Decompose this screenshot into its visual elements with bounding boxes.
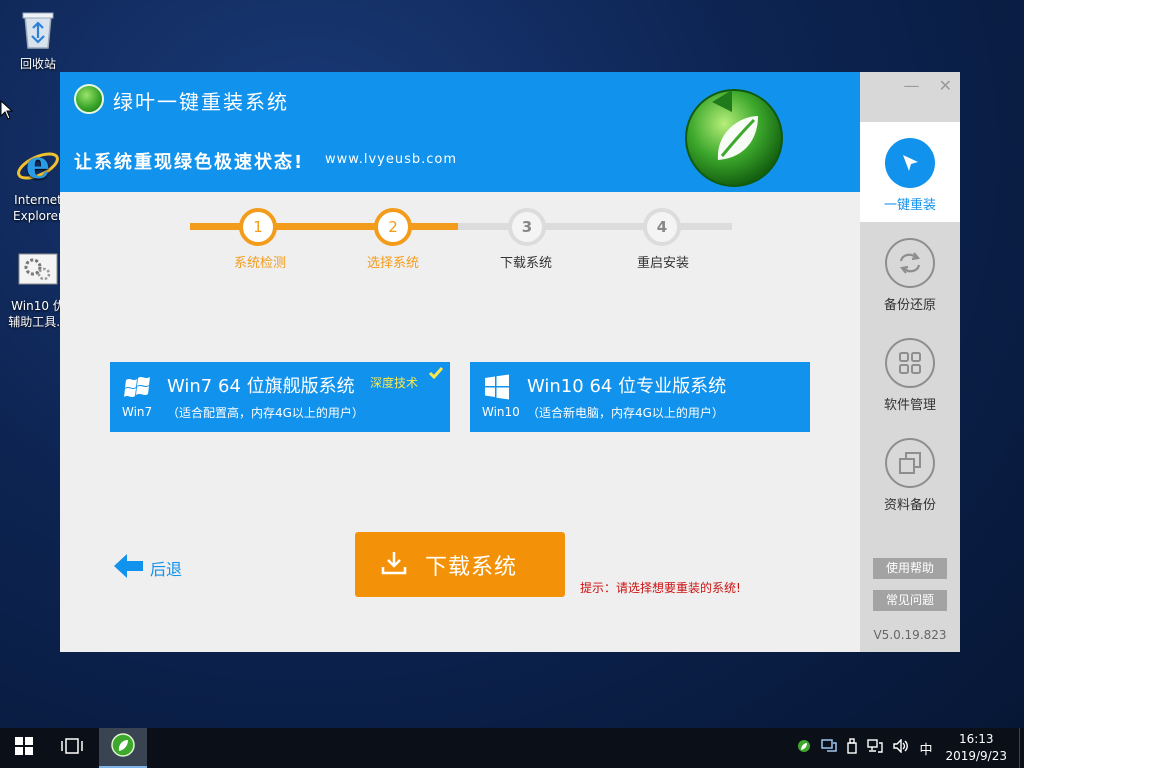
step-2-circle: 2 bbox=[374, 208, 412, 246]
sidebar-item-data-backup[interactable]: 资料备份 bbox=[860, 422, 960, 522]
progress-track-todo bbox=[458, 223, 732, 230]
sidebar-item-software[interactable]: 软件管理 bbox=[860, 322, 960, 422]
download-system-button[interactable]: 下载系统 bbox=[355, 532, 565, 597]
clock-date: 2019/9/23 bbox=[945, 749, 1007, 763]
system-tray: 中 16:13 2019/9/23 bbox=[792, 728, 1024, 768]
sidebar-item-reinstall[interactable]: 一键重装 bbox=[860, 122, 960, 222]
usb-drive-icon[interactable] bbox=[847, 738, 858, 758]
desktop-icon-label: 回收站 bbox=[19, 57, 56, 71]
back-label: 后退 bbox=[150, 560, 183, 579]
desktop-icon-recycle-bin[interactable]: 回收站 bbox=[0, 8, 76, 72]
sync-icon bbox=[885, 238, 935, 288]
clock[interactable]: 16:13 2019/9/23 bbox=[945, 731, 1007, 765]
step-3-circle: 3 bbox=[508, 208, 546, 246]
app-url: www.lvyeusb.com bbox=[325, 152, 457, 167]
minimize-button[interactable]: — bbox=[904, 76, 920, 95]
download-label: 下载系统 bbox=[425, 554, 518, 580]
windows10-logo-icon bbox=[484, 374, 512, 402]
sidebar-item-label: 一键重装 bbox=[883, 198, 936, 213]
windows-start-icon bbox=[15, 737, 33, 759]
app-window: 绿叶一键重装系统 让系统重现绿色极速状态! www.lvyeusb.com — … bbox=[60, 72, 960, 652]
system-description: （适合配置高，内存4G以上的用户） bbox=[167, 406, 364, 420]
help-button[interactable]: 使用帮助 bbox=[873, 558, 947, 579]
version-label: V5.0.19.823 bbox=[873, 628, 947, 642]
network-icon[interactable] bbox=[867, 739, 884, 757]
step-3-label: 下载系统 bbox=[499, 256, 552, 271]
taskbar-app-lvye[interactable] bbox=[99, 728, 147, 768]
app-header: 绿叶一键重装系统 让系统重现绿色极速状态! www.lvyeusb.com bbox=[60, 72, 860, 192]
sidebar-item-label: 资料备份 bbox=[883, 498, 936, 513]
back-button[interactable]: 后退 bbox=[114, 553, 183, 583]
faq-button[interactable]: 常见问题 bbox=[873, 590, 947, 611]
leaf-logo-icon bbox=[682, 82, 784, 188]
step-1-circle: 1 bbox=[239, 208, 277, 246]
app-logo-icon bbox=[74, 84, 104, 114]
arrow-left-icon bbox=[114, 553, 144, 583]
grid-icon bbox=[885, 338, 935, 388]
step-2-label: 选择系统 bbox=[366, 256, 419, 271]
internet-explorer-icon: e bbox=[16, 128, 60, 187]
recycle-bin-icon bbox=[16, 8, 60, 52]
speaker-icon[interactable] bbox=[893, 738, 909, 757]
system-badge: 深度技术 bbox=[370, 376, 419, 390]
copy-icon bbox=[885, 438, 935, 488]
network-monitor-icon[interactable] bbox=[821, 739, 838, 757]
start-button[interactable] bbox=[0, 728, 48, 768]
leaf-tray-icon[interactable] bbox=[797, 739, 811, 757]
system-title: Win7 64 位旗舰版系统 bbox=[167, 376, 355, 397]
checkmark-icon bbox=[428, 365, 444, 381]
app-slogan: 让系统重现绿色极速状态! bbox=[74, 152, 305, 173]
system-option-win10[interactable]: Win10 Win10 64 位专业版系统 （适合新电脑，内存4G以上的用户） bbox=[470, 362, 810, 432]
taskbar: 中 16:13 2019/9/23 bbox=[0, 728, 1024, 768]
system-title: Win10 64 位专业版系统 bbox=[527, 376, 727, 397]
download-icon bbox=[381, 550, 407, 580]
gear-file-icon bbox=[16, 234, 60, 285]
clock-time: 16:13 bbox=[958, 732, 994, 746]
step-4-label: 重启安装 bbox=[636, 256, 689, 271]
sidebar-item-backup-restore[interactable]: 备份还原 bbox=[860, 222, 960, 322]
hint-text: 提示：请选择想要重装的系统! bbox=[580, 581, 741, 595]
close-button[interactable]: ✕ bbox=[939, 76, 952, 95]
app-title: 绿叶一键重装系统 bbox=[113, 90, 289, 114]
step-4-circle: 4 bbox=[643, 208, 681, 246]
cursor-icon bbox=[885, 138, 935, 188]
task-view-button[interactable] bbox=[48, 728, 96, 768]
windows7-logo-icon bbox=[124, 374, 152, 402]
system-description: （适合新电脑，内存4G以上的用户） bbox=[527, 406, 724, 420]
sidebar-item-label: 软件管理 bbox=[883, 398, 936, 413]
task-view-icon bbox=[61, 738, 83, 758]
desktop-icon-label: Win10 优 辅助工具.b bbox=[8, 299, 68, 329]
ime-indicator[interactable]: 中 bbox=[919, 739, 932, 758]
sidebar-item-label: 备份还原 bbox=[883, 298, 936, 313]
system-option-win7[interactable]: Win7 Win7 64 位旗舰版系统 （适合配置高，内存4G以上的用户） 深度… bbox=[110, 362, 450, 432]
show-desktop-button[interactable] bbox=[1019, 728, 1024, 768]
system-tag: Win7 bbox=[122, 405, 153, 419]
mouse-cursor-icon bbox=[0, 99, 14, 124]
leaf-app-icon bbox=[111, 733, 135, 761]
window-controls: — ✕ bbox=[890, 76, 953, 95]
svg-text:e: e bbox=[26, 144, 50, 187]
step-1-label: 系统检测 bbox=[233, 256, 286, 271]
system-tag: Win10 bbox=[482, 405, 520, 419]
progress-track-done bbox=[190, 223, 458, 230]
sidebar: — ✕ 一键重装 备份还原 软件管理 资料备份 使用帮助 常见问题 V5.0.1… bbox=[860, 72, 960, 652]
